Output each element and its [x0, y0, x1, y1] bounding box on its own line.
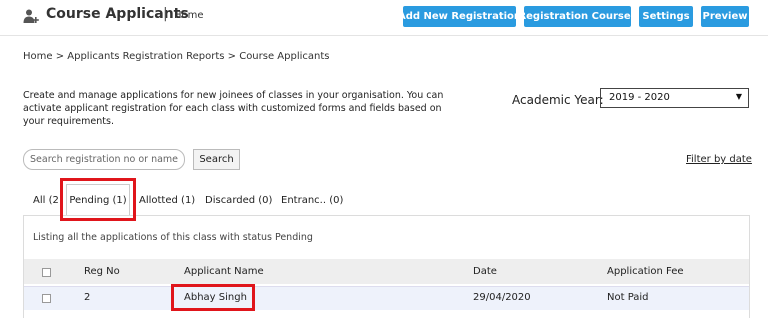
cell-application-fee: Not Paid: [607, 292, 649, 303]
highlight-box-pending-tab: [60, 178, 136, 221]
cell-reg-no: 2: [84, 292, 91, 303]
header-divider: [0, 35, 768, 36]
academic-year-value: 2019 - 2020: [609, 92, 670, 103]
breadcrumb: Home > Applicants Registration Reports >…: [23, 51, 330, 62]
row-checkbox[interactable]: [42, 294, 51, 303]
title-separator: |: [163, 6, 168, 22]
tab-entrance[interactable]: Entranc.. (0): [281, 195, 343, 206]
academic-year-select[interactable]: 2019 - 2020 ▼: [600, 88, 749, 108]
cell-date: 29/04/2020: [473, 292, 531, 303]
column-header-reg-no: Reg No: [84, 266, 120, 277]
search-button[interactable]: Search: [193, 149, 240, 170]
page-description: Create and manage applications for new j…: [23, 90, 444, 127]
column-header-date: Date: [473, 266, 497, 277]
select-all-checkbox[interactable]: [42, 268, 51, 277]
tab-all[interactable]: All (2: [33, 195, 59, 206]
tab-allotted[interactable]: Allotted (1): [139, 195, 195, 206]
tab-discarded[interactable]: Discarded (0): [205, 195, 272, 206]
column-header-applicant-name: Applicant Name: [184, 266, 264, 277]
search-input[interactable]: Search registration no or name: [23, 149, 185, 170]
registration-courses-button[interactable]: Registration Courses: [518, 6, 637, 27]
highlight-box-applicant-name: [171, 284, 255, 311]
academic-year-label: Academic Year:: [512, 93, 604, 107]
add-user-icon: [23, 8, 39, 24]
filter-by-date-link[interactable]: Filter by date: [686, 154, 752, 165]
home-link[interactable]: Home: [174, 10, 204, 21]
panel-note: Listing all the applications of this cla…: [33, 232, 313, 243]
settings-button[interactable]: Settings: [639, 6, 693, 27]
dropdown-arrow-icon: ▼: [735, 92, 742, 101]
preview-button[interactable]: Preview: [701, 6, 749, 27]
add-new-registration-button[interactable]: Add New Registration: [398, 6, 521, 27]
column-header-application-fee: Application Fee: [607, 266, 684, 277]
